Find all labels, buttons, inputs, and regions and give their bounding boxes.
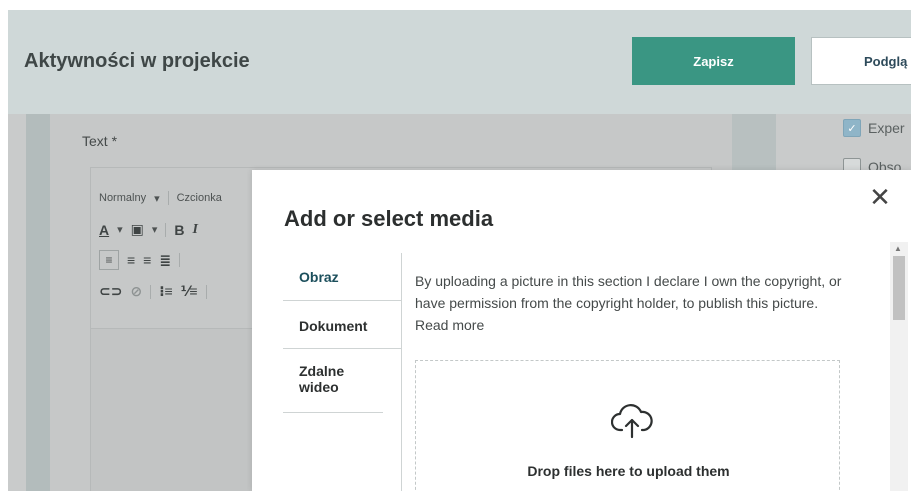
align-right-icon[interactable]: ≡ (143, 252, 151, 268)
upload-dropzone[interactable]: Drop files here to upload them (415, 360, 840, 491)
italic-icon[interactable]: I (193, 222, 198, 238)
modal-title: Add or select media (284, 206, 494, 231)
bullet-list-icon[interactable]: ⁝≡ (159, 283, 173, 300)
left-strip (26, 114, 50, 491)
align-center-icon[interactable]: ≡ (127, 252, 135, 268)
media-modal: ✕ Add or select media Obraz Dokument Zda… (252, 170, 911, 491)
option-experimental[interactable]: ✓ Exper (843, 119, 905, 137)
checkbox-checked[interactable]: ✓ (843, 119, 861, 137)
media-tabs: Obraz Dokument Zdalne wideo (283, 253, 401, 413)
scroll-up-icon[interactable]: ▲ (894, 244, 902, 253)
toolbar-row-4: ⊂⊃ ⊘ ⁝≡ ⅟≡ (99, 283, 207, 300)
font-select[interactable]: Czcionka (177, 192, 222, 204)
align-left-icon[interactable]: ≡ (99, 250, 119, 270)
cloud-upload-icon (611, 404, 653, 439)
toolbar-separator (150, 284, 152, 299)
save-button[interactable]: Zapisz (632, 37, 795, 85)
tab-obraz[interactable]: Obraz (283, 253, 401, 301)
unlink-icon[interactable]: ⊘ (130, 283, 142, 300)
preview-button[interactable]: Podglą (811, 37, 911, 85)
scroll-thumb[interactable] (893, 256, 905, 320)
copyright-notice: By uploading a picture in this section I… (415, 273, 842, 333)
text-color-icon[interactable]: A (99, 222, 109, 238)
bold-icon[interactable]: B (174, 222, 184, 238)
tab-dokument[interactable]: Dokument (283, 301, 401, 349)
dropzone-text: Drop files here to upload them (527, 463, 730, 479)
tab-zdalne-wideo[interactable]: Zdalne wideo (283, 349, 383, 413)
toolbar-separator (167, 191, 169, 205)
chevron-down-icon[interactable]: ▾ (154, 192, 160, 205)
numbered-list-icon[interactable]: ⅟≡ (181, 283, 198, 300)
page-header: Aktywności w projekcie Zapisz Podglą (8, 10, 911, 114)
text-field-label: Text * (82, 133, 118, 149)
format-select[interactable]: Normalny (99, 192, 146, 204)
justify-icon[interactable]: ≣ (159, 252, 171, 269)
toolbar-row-3: ≡ ≡ ≡ ≣ (99, 250, 181, 270)
close-icon[interactable]: ✕ (867, 184, 893, 210)
page-title: Aktywności w projekcie (24, 50, 250, 72)
bg-color-icon[interactable]: ▣ (131, 221, 144, 238)
toolbar-row-1: Normalny ▾ Czcionka (99, 191, 222, 205)
toolbar-separator (205, 284, 207, 299)
modal-scrollbar[interactable]: ▲ (890, 242, 908, 491)
link-icon[interactable]: ⊂⊃ (99, 283, 122, 300)
page: Aktywności w projekcie Zapisz Podglą Tex… (0, 0, 911, 491)
toolbar-separator (179, 253, 181, 267)
chevron-down-icon[interactable]: ▾ (152, 223, 158, 236)
toolbar-separator (165, 222, 167, 237)
chevron-down-icon[interactable]: ▾ (117, 223, 123, 236)
toolbar-row-2: A ▾ ▣ ▾ B I (99, 221, 198, 238)
tabs-divider (401, 253, 402, 491)
option-label: Exper (868, 120, 905, 136)
